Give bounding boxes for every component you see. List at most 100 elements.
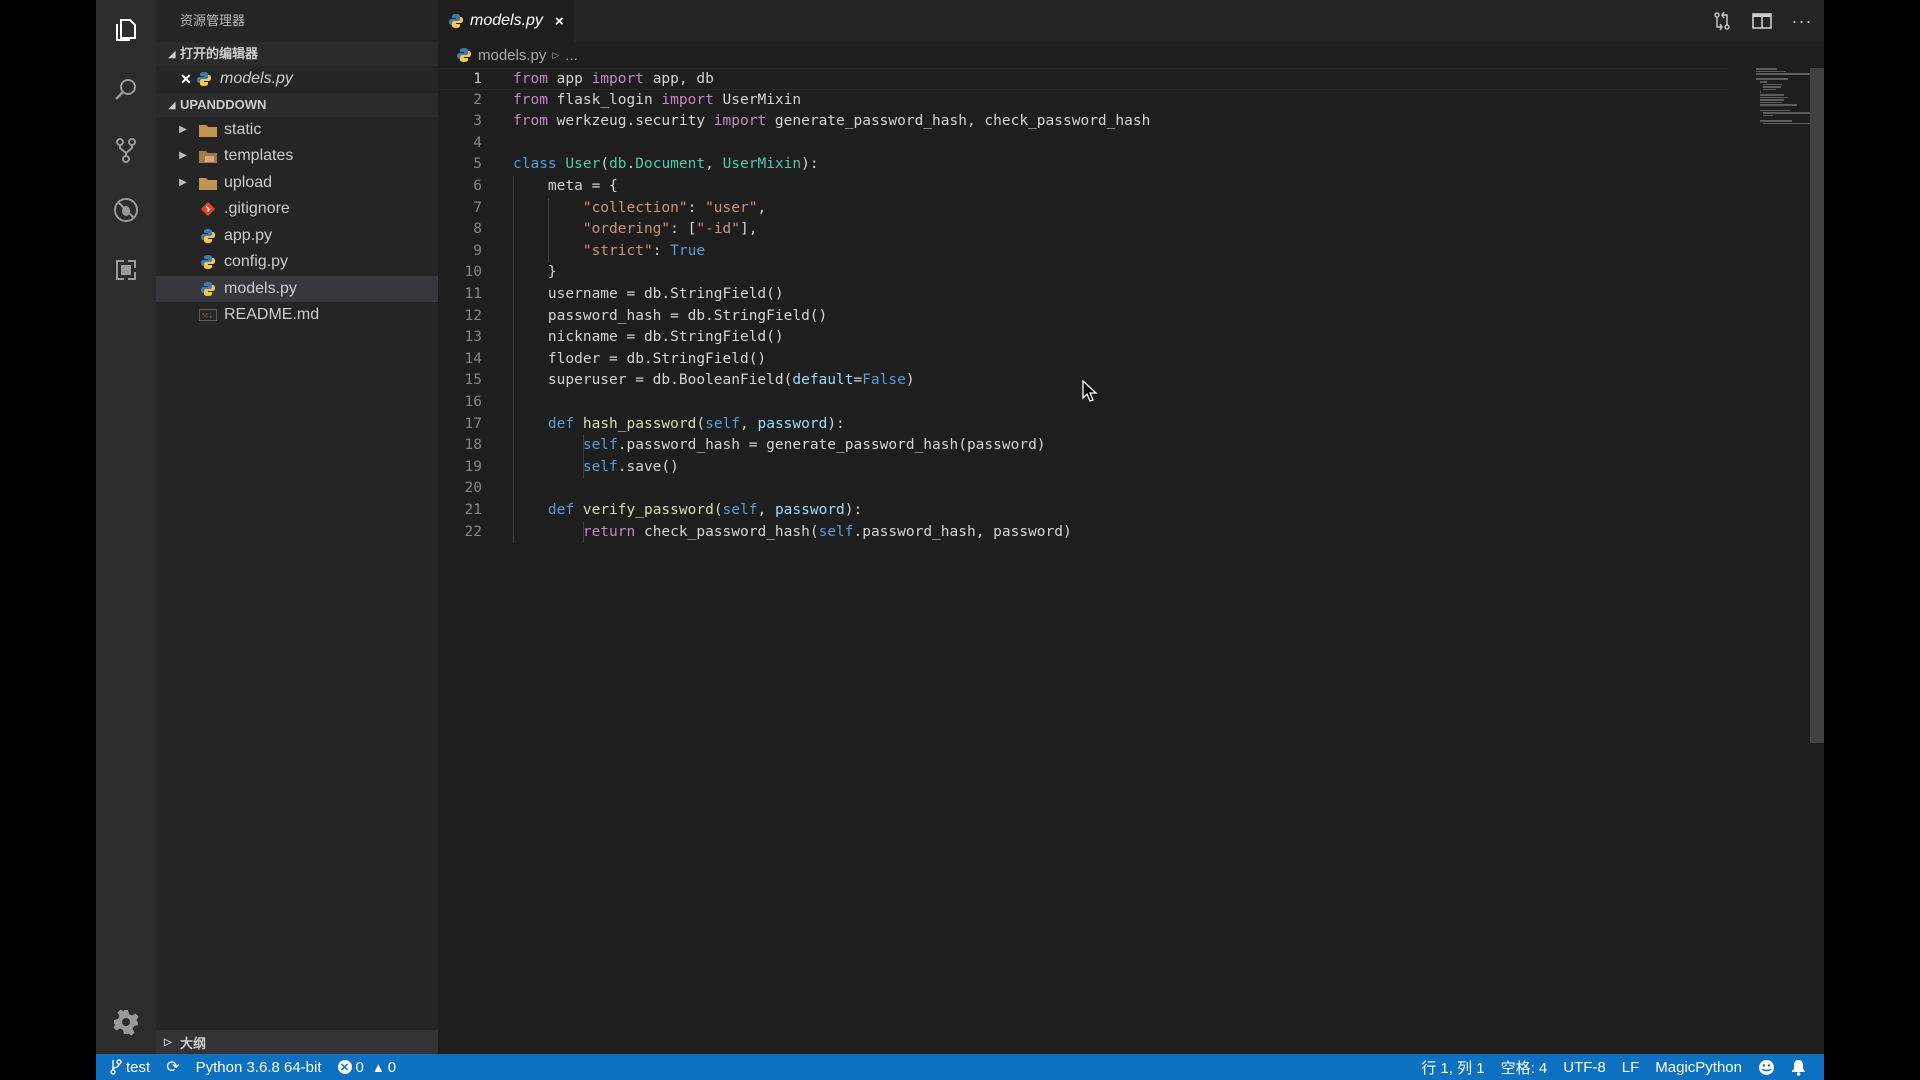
tree-item-gitignore[interactable]: .gitignore <box>156 196 438 223</box>
tree-item-config-py[interactable]: config.py <box>156 249 438 276</box>
code-line[interactable]: 13 nickname = db.StringField() <box>438 327 1728 349</box>
code-line[interactable]: 2 from flask_login import UserMixin <box>438 90 1728 112</box>
mouse-pointer-icon <box>1082 380 1098 402</box>
breadcrumb-file[interactable]: models.py <box>478 47 546 64</box>
extensions-button[interactable] <box>96 246 156 294</box>
minimap-line <box>1763 88 1776 91</box>
line-number: 15 <box>464 372 482 389</box>
bell-icon <box>1792 1059 1805 1076</box>
folder-templates-icon <box>198 147 218 165</box>
cursor-position[interactable]: 行 1, 列 1 <box>1413 1057 1492 1078</box>
encoding[interactable]: UTF-8 <box>1555 1059 1614 1076</box>
explorer-button[interactable] <box>96 6 156 54</box>
debug-button[interactable] <box>96 186 156 234</box>
vertical-scrollbar[interactable] <box>1810 68 1824 743</box>
code-line[interactable]: 20 <box>438 478 1728 500</box>
code-line[interactable]: 11 username = db.StringField() <box>438 284 1728 306</box>
minimap-line <box>1759 91 1761 93</box>
tree-item-readme[interactable]: M↓ README.md <box>156 302 438 329</box>
code-line[interactable]: 10 } <box>438 262 1728 284</box>
more-actions-button[interactable]: ··· <box>1790 9 1814 33</box>
minimap[interactable] <box>1756 68 1846 128</box>
indentation[interactable]: 空格: 4 <box>1493 1057 1556 1078</box>
code-line[interactable]: 21 def verify_password(self, password): <box>438 500 1728 522</box>
line-number: 6 <box>473 178 482 194</box>
python-icon <box>198 253 218 271</box>
code-line[interactable]: 17 def hash_password(self, password): <box>438 414 1728 436</box>
open-editor-item[interactable]: ✕ models.py <box>156 66 438 93</box>
feedback-button[interactable] <box>1750 1059 1783 1076</box>
minimap-line <box>1759 104 1798 106</box>
chevron-right-icon: ▶ <box>179 150 187 161</box>
code-line[interactable]: 6 meta = { <box>438 176 1728 198</box>
tab-bar: models.py × ··· <box>438 0 1824 42</box>
search-icon <box>115 79 136 100</box>
problems-indicator[interactable]: ✕ 0 ▲ 0 <box>330 1059 405 1076</box>
code-line[interactable]: 22 return check_password_hash(self.passw… <box>438 522 1728 544</box>
open-changes-button[interactable] <box>1710 9 1734 33</box>
code-text: floder = db.StringField() <box>513 350 767 367</box>
code-line[interactable]: 3 from werkzeug.security import generate_… <box>438 111 1728 133</box>
files-icon <box>116 19 136 41</box>
code-line[interactable]: 14 floder = db.StringField() <box>438 349 1728 371</box>
source-control-button[interactable] <box>96 126 156 174</box>
code-line[interactable]: 18 self.password_hash = generate_passwor… <box>438 435 1728 457</box>
notifications-button[interactable] <box>1783 1059 1814 1076</box>
sync-button[interactable]: ⟳ <box>158 1057 187 1077</box>
close-tab-button[interactable]: × <box>555 13 564 30</box>
python-interpreter[interactable]: Python 3.6.8 64-bit <box>188 1059 330 1076</box>
tree-item-models-py[interactable]: models.py <box>156 275 438 302</box>
line-number: 9 <box>473 242 482 259</box>
collapse-triangle-icon: ◢ <box>168 99 176 110</box>
folder-icon <box>198 174 218 192</box>
tree-item-label: .gitignore <box>224 200 290 217</box>
code-text: class User(db.Document, UserMixin): <box>513 156 819 173</box>
chevron-right-icon: ▷ <box>164 1036 172 1048</box>
search-button[interactable] <box>96 66 156 114</box>
open-editors-header[interactable]: ◢ 打开的编辑器 <box>156 42 438 66</box>
close-icon[interactable]: ✕ <box>180 66 194 93</box>
end-of-line[interactable]: LF <box>1614 1059 1648 1076</box>
branch-name: test <box>126 1058 151 1076</box>
breadcrumb-symbols[interactable]: ... <box>565 47 578 64</box>
chevron-right-icon: ▶ <box>179 123 187 135</box>
code-line[interactable]: 9 "strict": True <box>438 241 1728 263</box>
minimap-line <box>1759 101 1783 104</box>
chevron-right-icon: ▶ <box>179 176 187 188</box>
code-line[interactable]: 7 "collection": "user", <box>438 198 1728 220</box>
project-header[interactable]: ◢ UPANDDOWN <box>156 92 438 117</box>
minimap-line <box>1756 70 1786 73</box>
minimap-line <box>1756 68 1777 70</box>
tree-item-label: static <box>224 120 262 138</box>
tree-item-label: README.md <box>224 306 320 323</box>
code-text: } <box>513 264 557 281</box>
code-line[interactable]: 4 <box>438 133 1728 155</box>
outline-label: 大纲 <box>180 1035 207 1051</box>
collapse-triangle-icon: ◢ <box>168 49 176 59</box>
gear-icon <box>113 1009 139 1036</box>
code-editor[interactable]: 1 from app import app, db 2 from flask_logi… <box>438 68 1728 1054</box>
settings-button[interactable] <box>96 998 156 1046</box>
branch-indicator[interactable]: test <box>96 1059 158 1076</box>
minimap-line <box>1763 112 1811 114</box>
language-mode[interactable]: MagicPython <box>1647 1059 1750 1076</box>
code-text: meta = { <box>513 178 618 194</box>
line-number: 4 <box>473 134 482 151</box>
tree-item-templates[interactable]: ▶ templates <box>156 143 438 170</box>
code-text: from flask_login import UserMixin <box>513 91 802 108</box>
split-editor-button[interactable] <box>1750 9 1774 33</box>
tree-item-app-py[interactable]: app.py <box>156 223 438 250</box>
code-line[interactable]: 5 class User(db.Document, UserMixin): <box>438 154 1728 176</box>
open-editors-label: 打开的编辑器 <box>180 46 259 61</box>
line-number: 16 <box>464 394 482 410</box>
tree-item-upload[interactable]: ▶ upload <box>156 170 438 197</box>
outline-header[interactable]: ▷ 大纲 <box>156 1030 438 1054</box>
tab-models-py[interactable]: models.py × <box>438 0 574 42</box>
code-line[interactable]: 19 self.save() <box>438 457 1728 479</box>
code-line[interactable]: 1 from app import app, db <box>438 68 1728 90</box>
tree-item-static[interactable]: ▶ static <box>156 117 438 144</box>
code-line[interactable]: 12 password_hash = db.StringField() <box>438 306 1728 328</box>
git-branch-icon <box>110 1059 122 1075</box>
markdown-icon: M↓ <box>198 306 218 324</box>
code-line[interactable]: 8 "ordering": ["-id"], <box>438 219 1728 241</box>
